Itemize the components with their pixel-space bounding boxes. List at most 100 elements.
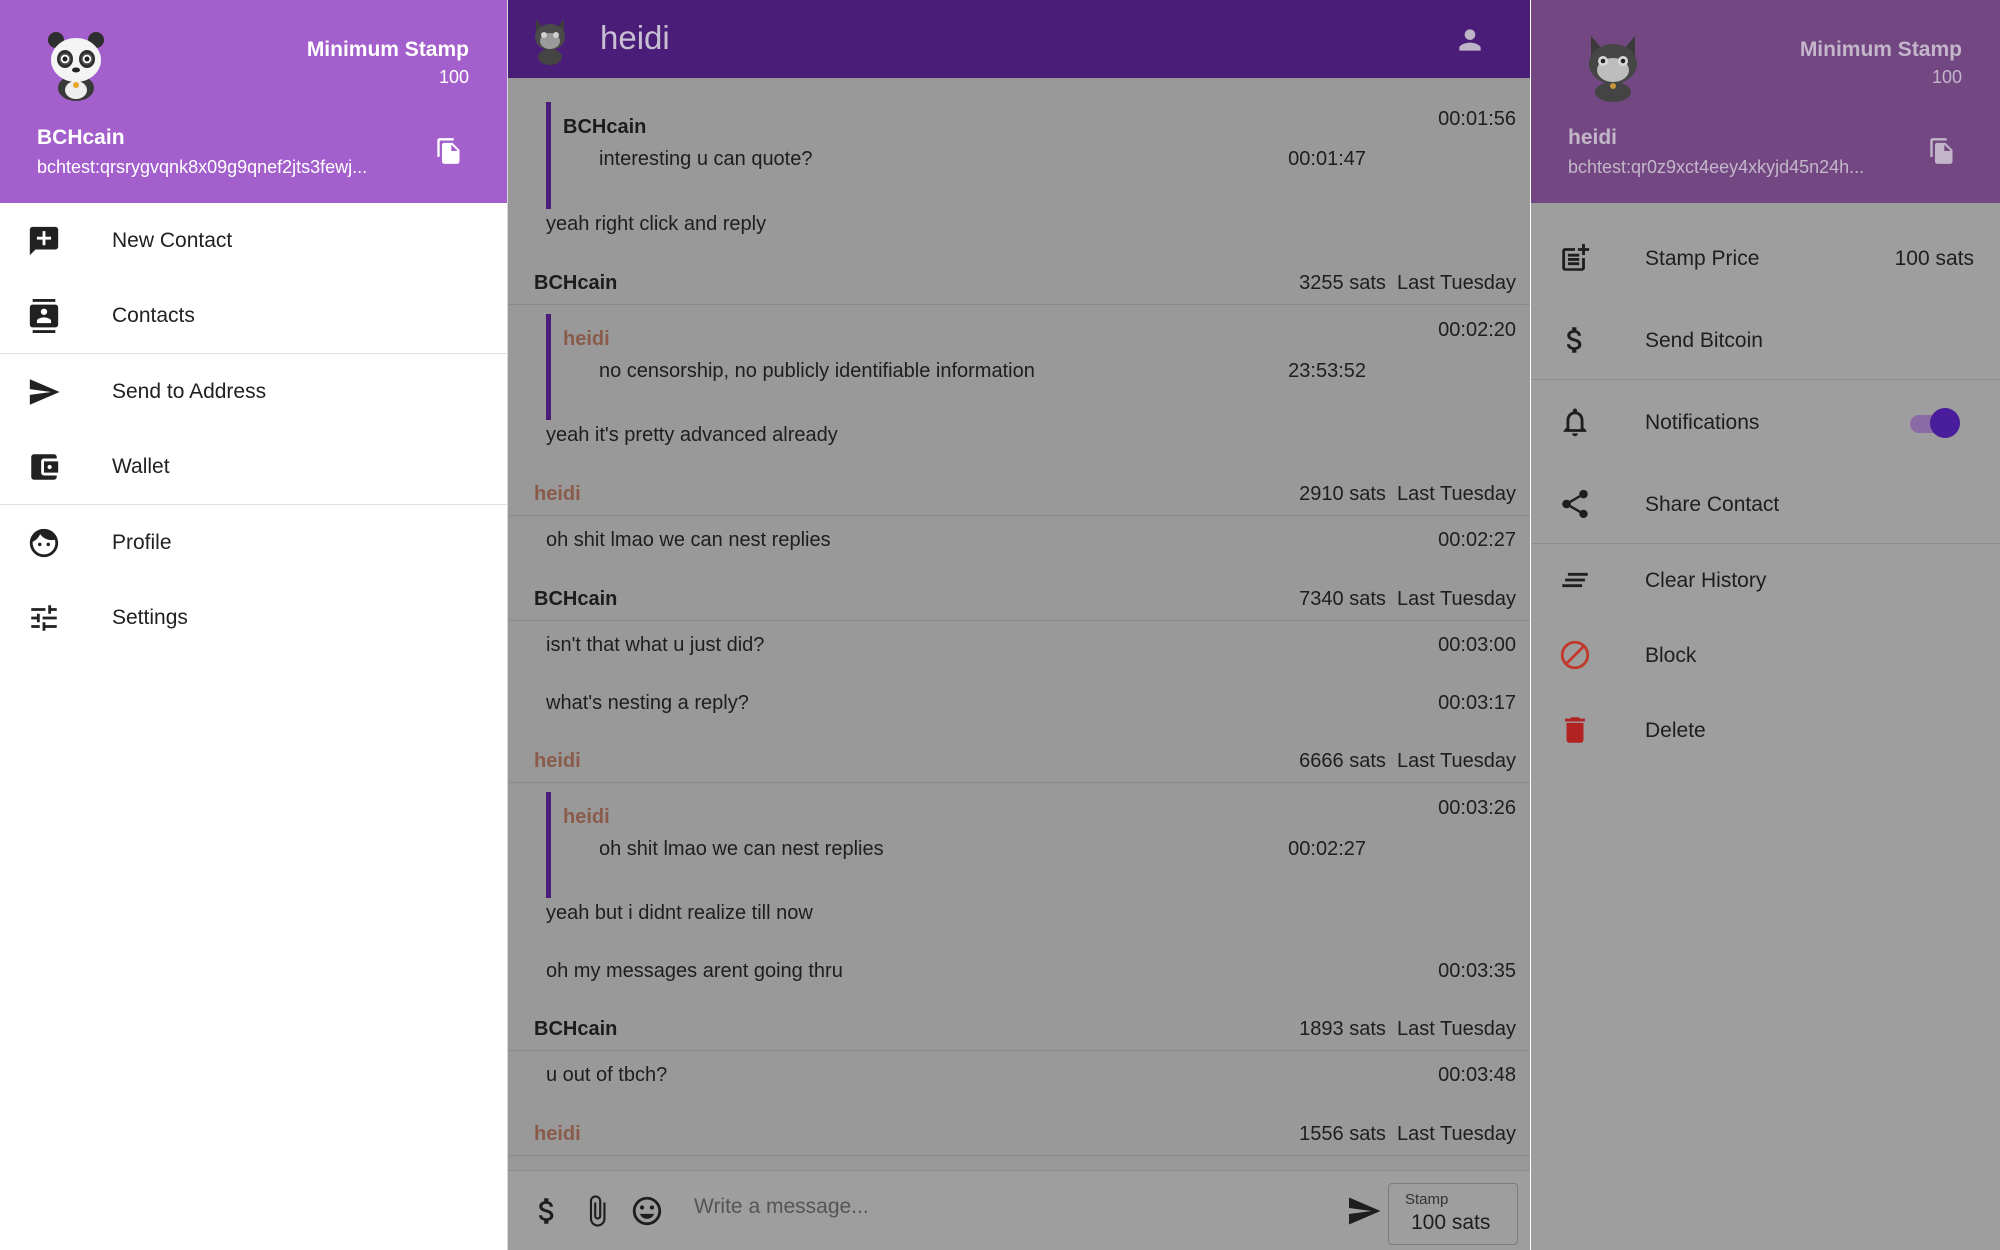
chat-contact-name[interactable]: heidi (600, 19, 670, 57)
delete-label: Delete (1645, 719, 1706, 742)
clear-history-item[interactable]: Clear History (1531, 541, 2000, 621)
message-time: 00:03:35 (1438, 960, 1516, 982)
contact-info-drawer: Minimum Stamp 100 heidi bchtest:qr0z9xct… (1531, 0, 2000, 1250)
send-bitcoin-item[interactable]: Send Bitcoin (1531, 301, 2000, 381)
message-composer: Write a message... Stamp 100 sats (508, 1170, 1530, 1250)
settings-item[interactable]: Settings (0, 580, 507, 655)
quoted-message[interactable]: heidi oh shit lmao we can nest replies 0… (546, 792, 1366, 898)
message-text[interactable]: yeah but i didnt realize till now (546, 902, 813, 925)
minimum-stamp-title: Minimum Stamp (1799, 38, 1962, 61)
drawer-divider (1531, 379, 2000, 380)
stamp-sats: 1556 sats (1299, 1123, 1386, 1145)
message-group-header: heidi 6666 sats Last Tuesday (508, 739, 1530, 783)
person-icon[interactable] (1454, 24, 1486, 56)
stamp-amount-field[interactable]: Stamp 100 sats (1388, 1183, 1518, 1245)
message-text[interactable]: u out of tbch? (546, 1064, 667, 1087)
stamp-meta: 3255 sats Last Tuesday (1299, 272, 1516, 295)
copy-address-icon[interactable] (1928, 136, 1956, 166)
wallet-item[interactable]: Wallet (0, 429, 507, 504)
message-text[interactable]: isn't that what u just did? (546, 634, 764, 657)
message-list[interactable]: BCHcain interesting u can quote? 00:01:4… (508, 78, 1530, 1170)
stamp-meta: 6666 sats Last Tuesday (1299, 750, 1516, 773)
quote-text: interesting u can quote? (599, 148, 813, 170)
copy-address-icon[interactable] (435, 136, 463, 166)
sender-name[interactable]: heidi (534, 483, 581, 506)
block-label: Block (1645, 644, 1697, 667)
stamp-meta: 2910 sats Last Tuesday (1299, 483, 1516, 506)
quote-time: 23:53:52 (1288, 360, 1366, 382)
left-navigation-drawer: Minimum Stamp 100 BCHcain bchtest:qrsryg… (0, 0, 508, 1250)
message-group-header: heidi 1556 sats Last Tuesday (508, 1112, 1530, 1156)
stamp-label: Stamp (1405, 1191, 1449, 1208)
dollar-icon (1558, 323, 1592, 357)
message-group-header: BCHcain 1893 sats Last Tuesday (508, 1007, 1530, 1051)
sender-name[interactable]: BCHcain (534, 588, 617, 611)
quote-time: 00:01:47 (1288, 148, 1366, 170)
message-day: Last Tuesday (1397, 1018, 1516, 1040)
wallet-icon (27, 450, 61, 484)
stamp-sats: 1893 sats (1299, 1018, 1386, 1040)
profile-item[interactable]: Profile (0, 505, 507, 580)
quote-sender: heidi (563, 328, 610, 350)
sender-name[interactable]: heidi (534, 750, 581, 773)
message-time: 00:03:17 (1438, 692, 1516, 714)
bell-icon (1558, 405, 1592, 439)
quote-sender: heidi (563, 806, 610, 828)
stamp-sats: 2910 sats (1299, 483, 1386, 505)
send-to-address-item[interactable]: Send to Address (0, 354, 507, 429)
share-contact-item[interactable]: Share Contact (1531, 465, 2000, 545)
message-text[interactable]: oh shit lmao we can nest replies (546, 529, 831, 552)
sender-name[interactable]: BCHcain (534, 272, 617, 295)
profile-label: Profile (112, 530, 172, 554)
quote-sender: BCHcain (563, 116, 647, 138)
quote-text: oh shit lmao we can nest replies (599, 838, 884, 860)
message-text[interactable]: what's nesting a reply? (546, 692, 749, 715)
attachment-icon[interactable] (580, 1193, 614, 1229)
stamp-price-item[interactable]: Stamp Price 100 sats (1531, 219, 2000, 299)
contact-name: heidi (1568, 126, 1618, 149)
delete-item[interactable]: Delete (1531, 691, 2000, 771)
contact-address: bchtest:qr0z9xct4eey4xkyjd45n24h... (1568, 157, 1865, 177)
sender-name[interactable]: heidi (534, 1123, 581, 1146)
toggle-thumb (1930, 408, 1960, 438)
message-text[interactable]: oh my messages arent going thru (546, 960, 843, 983)
contacts-item[interactable]: Contacts (0, 278, 507, 353)
add-box-icon (27, 224, 61, 258)
new-contact-item[interactable]: New Contact (0, 203, 507, 278)
sender-name[interactable]: BCHcain (534, 1018, 617, 1041)
stamp-price-label: Stamp Price (1645, 247, 1760, 270)
drawer-menu: New Contact Contacts Send to Address Wal… (0, 203, 507, 655)
message-day: Last Tuesday (1397, 588, 1516, 610)
message-group-header: BCHcain 3255 sats Last Tuesday (508, 261, 1530, 305)
emoji-icon[interactable] (630, 1193, 664, 1229)
message-input[interactable]: Write a message... (694, 1195, 1294, 1219)
message-time: 00:03:00 (1438, 634, 1516, 656)
send-icon (27, 375, 61, 409)
notifications-label: Notifications (1645, 411, 1760, 434)
notifications-item[interactable]: Notifications (1531, 383, 2000, 463)
cat-avatar-icon (1589, 36, 1637, 102)
message-text[interactable]: yeah it's pretty advanced already (546, 424, 838, 447)
stamp-sats: 7340 sats (1299, 588, 1386, 610)
new-contact-label: New Contact (112, 228, 233, 252)
notifications-toggle[interactable] (1906, 407, 1960, 439)
send-message-icon[interactable] (1346, 1193, 1382, 1229)
chat-header: heidi (508, 0, 1530, 78)
message-time: 00:03:26 (1438, 797, 1516, 819)
message-time: 00:02:27 (1438, 529, 1516, 551)
message-text[interactable]: yeah right click and reply (546, 213, 766, 236)
send-to-address-label: Send to Address (112, 379, 267, 403)
quoted-message[interactable]: BCHcain interesting u can quote? 00:01:4… (546, 102, 1366, 209)
cat-avatar-icon[interactable] (530, 15, 570, 65)
contacts-icon (27, 299, 61, 333)
send-money-icon[interactable] (530, 1193, 564, 1229)
minimum-stamp-value: 100 (1931, 67, 1962, 87)
message-time: 00:01:56 (1438, 108, 1516, 130)
share-contact-label: Share Contact (1645, 493, 1780, 516)
post-add-icon (1558, 241, 1592, 275)
tune-icon (27, 601, 61, 635)
stamp-value: 100 sats (1411, 1211, 1491, 1234)
block-item[interactable]: Block (1531, 616, 2000, 696)
share-icon (1558, 487, 1592, 521)
quoted-message[interactable]: heidi no censorship, no publicly identif… (546, 314, 1366, 420)
